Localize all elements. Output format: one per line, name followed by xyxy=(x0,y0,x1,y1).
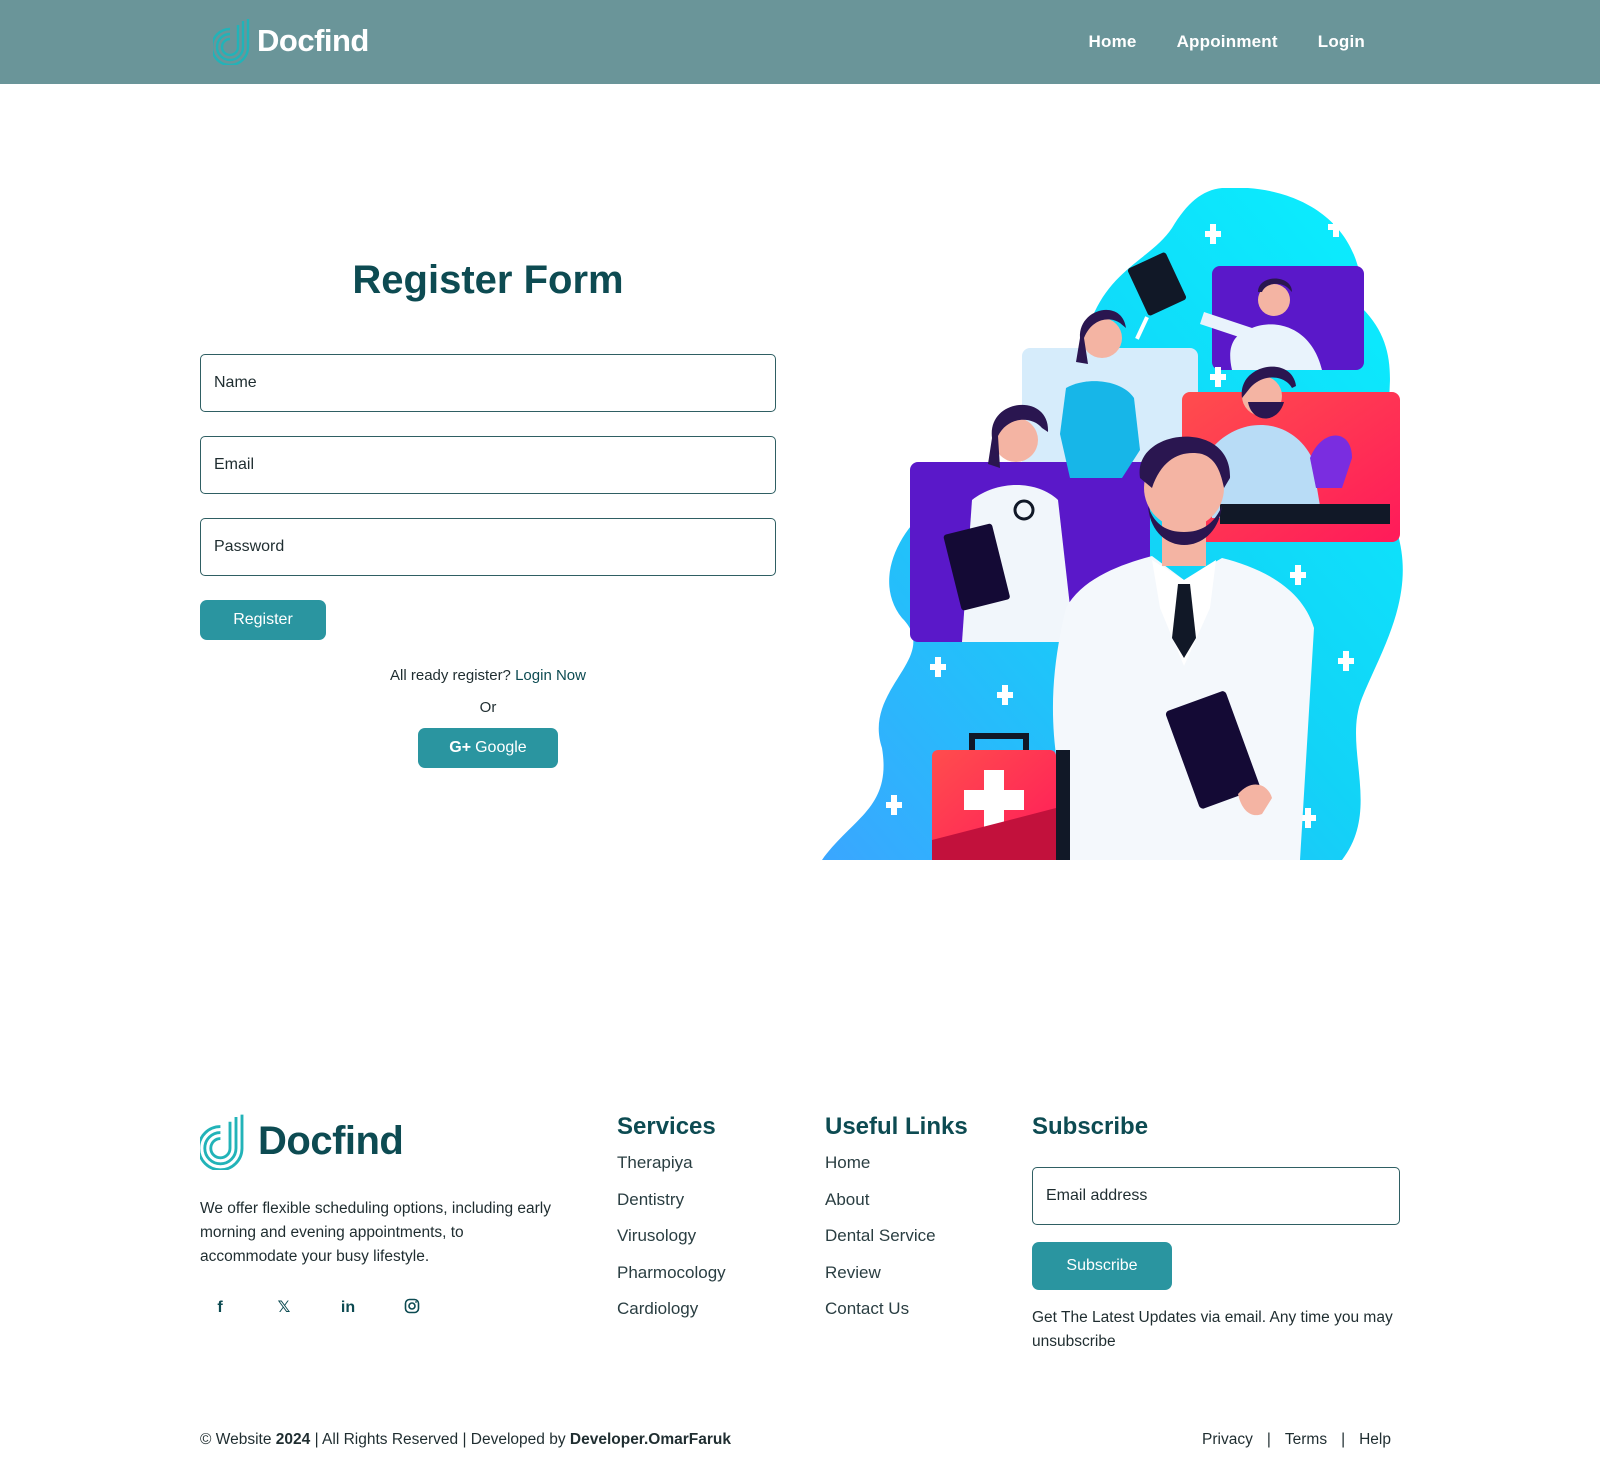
doctors-illustration xyxy=(822,188,1403,860)
services-heading: Services xyxy=(617,1113,716,1140)
footer-subscribe: Subscribe xyxy=(1032,1113,1148,1151)
nav-appointment[interactable]: Appoinment xyxy=(1177,32,1278,52)
copyright-year: 2024 xyxy=(275,1431,311,1448)
useful-links-heading: Useful Links xyxy=(825,1113,968,1140)
linkedin-icon[interactable]: in xyxy=(338,1298,358,1318)
docfind-logo-icon xyxy=(200,1114,244,1170)
google-plus-icon: G+ xyxy=(449,739,472,756)
copyright-text: © Website 2024 | All Rights Reserved | D… xyxy=(200,1431,731,1449)
service-link[interactable]: Pharmocology xyxy=(617,1263,726,1282)
register-button-label: Register xyxy=(233,611,293,628)
nav-home[interactable]: Home xyxy=(1089,32,1137,52)
footer-brand-name: Docfind xyxy=(258,1118,404,1163)
already-registered-text: All ready register? Login Now xyxy=(200,667,776,684)
x-twitter-icon[interactable]: 𝕏 xyxy=(274,1298,294,1318)
footer-about-text: We offer flexible scheduling options, in… xyxy=(200,1200,551,1265)
page-title: Register Form xyxy=(352,258,624,302)
subscribe-heading: Subscribe xyxy=(1032,1113,1149,1140)
instagram-icon[interactable] xyxy=(402,1298,422,1318)
copyright-prefix: © Website xyxy=(200,1431,272,1448)
useful-link[interactable]: Dental Service xyxy=(825,1226,936,1245)
service-link[interactable]: Therapiya xyxy=(617,1153,693,1172)
footer-brand: Docfind xyxy=(200,1112,404,1170)
useful-link[interactable]: About xyxy=(825,1190,869,1209)
brand-name: Docfind xyxy=(257,23,369,58)
copyright-middle: | All Rights Reserved | Developed by xyxy=(314,1431,566,1448)
facebook-icon[interactable]: f xyxy=(210,1298,230,1318)
name-input[interactable] xyxy=(200,354,776,412)
service-link[interactable]: Dentistry xyxy=(617,1190,684,1209)
already-registered-label: All ready register? xyxy=(390,667,511,684)
brand-logo-link[interactable]: Docfind xyxy=(213,17,369,65)
terms-link[interactable]: Terms xyxy=(1285,1431,1327,1449)
subscribe-button[interactable]: Subscribe xyxy=(1032,1242,1172,1290)
footer-useful-links: Useful Links Home About Dental Service R… xyxy=(825,1113,968,1334)
subscribe-email-input[interactable] xyxy=(1032,1167,1400,1225)
help-link[interactable]: Help xyxy=(1359,1431,1391,1449)
google-button-label: Google xyxy=(475,739,527,756)
subscribe-note: Get The Latest Updates via email. Any ti… xyxy=(1032,1309,1393,1350)
nav-login[interactable]: Login xyxy=(1318,32,1365,52)
legal-separator: | xyxy=(1341,1431,1346,1448)
legal-links: Privacy | Terms | Help xyxy=(1202,1431,1391,1449)
useful-link[interactable]: Home xyxy=(825,1153,870,1172)
useful-link[interactable]: Contact Us xyxy=(825,1299,909,1318)
useful-link[interactable]: Review xyxy=(825,1263,881,1282)
service-link[interactable]: Virusology xyxy=(617,1226,696,1245)
docfind-logo-icon xyxy=(213,19,250,65)
developer-name: Developer.OmarFaruk xyxy=(569,1431,731,1448)
main-nav: Home Appoinment Login xyxy=(1089,32,1365,52)
footer-services: Services Therapiya Dentistry Virusology … xyxy=(617,1113,726,1334)
subscribe-button-label: Subscribe xyxy=(1066,1257,1138,1274)
or-divider: Or xyxy=(479,699,497,716)
top-navbar: Docfind Home Appoinment Login xyxy=(0,0,1600,84)
social-links: f 𝕏 in xyxy=(210,1298,422,1318)
privacy-link[interactable]: Privacy xyxy=(1202,1431,1253,1449)
login-now-link[interactable]: Login Now xyxy=(515,667,586,684)
google-signin-button[interactable]: G+ Google xyxy=(418,728,558,768)
legal-separator: | xyxy=(1266,1431,1271,1448)
register-button[interactable]: Register xyxy=(200,600,326,640)
service-link[interactable]: Cardiology xyxy=(617,1299,698,1318)
email-input[interactable] xyxy=(200,436,776,494)
password-input[interactable] xyxy=(200,518,776,576)
